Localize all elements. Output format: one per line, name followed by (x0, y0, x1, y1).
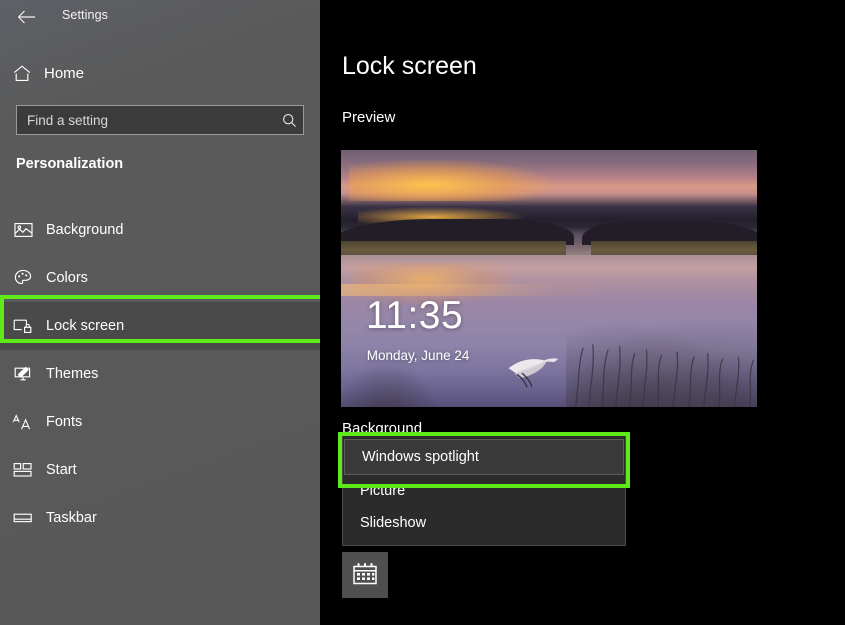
back-arrow-icon[interactable] (14, 7, 38, 27)
preview-marsh-left (341, 241, 566, 257)
sidebar-item-background[interactable]: Background (0, 206, 320, 254)
picture-icon (0, 222, 46, 238)
page-title: Lock screen (342, 52, 477, 80)
main-content: Lock screen Preview 11:35 Monday, June 2… (320, 0, 845, 625)
sidebar-item-colors-label: Colors (46, 270, 88, 286)
sidebar-item-fonts-label: Fonts (46, 414, 83, 430)
calendar-app-tile[interactable] (342, 552, 388, 598)
themes-brush-icon (0, 366, 46, 383)
search-input[interactable] (17, 112, 275, 128)
preview-grass-right (565, 319, 757, 407)
sidebar-section-header: Personalization (16, 156, 124, 172)
preview-sun-glow (349, 160, 549, 202)
fonts-aa-icon (0, 413, 46, 431)
sidebar-item-lock-screen[interactable]: Lock screen (0, 302, 320, 350)
sidebar-item-start-label: Start (46, 462, 77, 478)
window-title: Settings (62, 8, 108, 22)
dropdown-option-windows-spotlight[interactable]: Windows spotlight (344, 439, 624, 475)
taskbar-icon (0, 511, 46, 525)
dropdown-option-picture-label: Picture (360, 483, 406, 499)
lock-screen-preview: 11:35 Monday, June 24 (341, 150, 757, 407)
palette-icon (0, 269, 46, 287)
sidebar-item-home[interactable]: Home (0, 58, 320, 88)
sidebar-item-fonts[interactable]: Fonts (0, 398, 320, 446)
sidebar-item-home-label: Home (44, 64, 85, 82)
sidebar-nav-list: Background Colors Lock screen Themes Fon… (0, 206, 320, 542)
preview-marsh-right (590, 241, 757, 257)
dropdown-option-windows-spotlight-label: Windows spotlight (362, 449, 479, 465)
home-icon (0, 64, 44, 82)
calendar-icon (352, 561, 378, 590)
preview-grass-left (341, 360, 441, 407)
sidebar-item-background-label: Background (46, 222, 124, 238)
settings-window: Settings Home Personalization (0, 0, 845, 625)
title-bar: Settings (0, 0, 320, 34)
search-icon[interactable] (275, 113, 303, 128)
lock-screen-icon (0, 318, 46, 334)
start-tiles-icon (0, 462, 46, 478)
dropdown-option-slideshow[interactable]: Slideshow (343, 507, 625, 539)
sidebar-item-themes-label: Themes (46, 366, 99, 382)
dropdown-option-slideshow-label: Slideshow (360, 515, 427, 531)
preview-date: Monday, June 24 (366, 347, 470, 363)
sidebar-item-taskbar-label: Taskbar (46, 510, 97, 526)
sidebar-item-colors[interactable]: Colors (0, 254, 320, 302)
search-box[interactable] (16, 105, 304, 135)
background-dropdown-list[interactable]: Windows spotlight Picture Slideshow (342, 434, 626, 546)
sidebar-item-lock-screen-label: Lock screen (46, 318, 125, 334)
sidebar-item-start[interactable]: Start (0, 446, 320, 494)
preview-label: Preview (342, 109, 396, 126)
sidebar: Settings Home Personalization (0, 0, 326, 625)
preview-clock: 11:35 (365, 293, 464, 337)
dropdown-option-picture[interactable]: Picture (343, 475, 625, 507)
sidebar-item-taskbar[interactable]: Taskbar (0, 494, 320, 542)
sidebar-item-themes[interactable]: Themes (0, 350, 320, 398)
